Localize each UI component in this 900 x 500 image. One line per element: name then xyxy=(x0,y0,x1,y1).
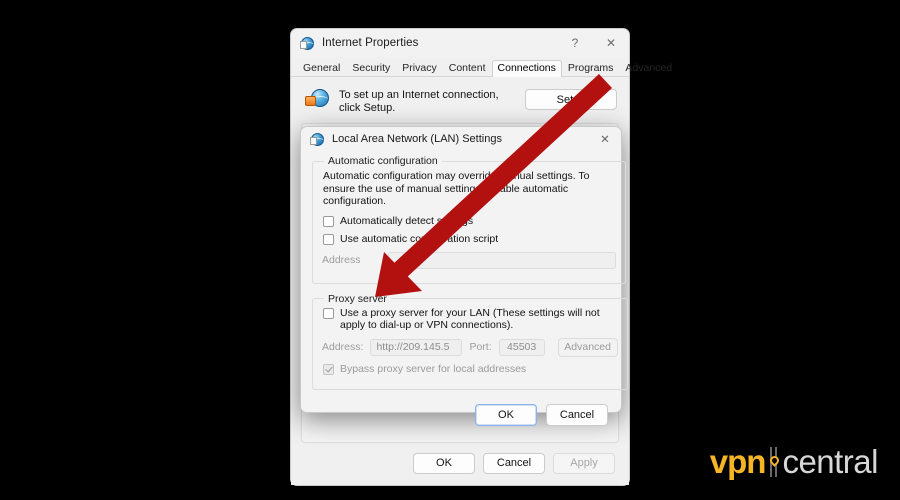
bypass-proxy-label: Bypass proxy server for local addresses xyxy=(340,362,527,375)
screenshot-root: Internet Properties ? ✕ General Security… xyxy=(0,0,900,500)
automatic-configuration-legend: Automatic configuration xyxy=(328,155,438,167)
tab-content[interactable]: Content xyxy=(443,60,492,77)
auto-config-address-row: Address xyxy=(322,251,616,269)
setup-button[interactable]: Setup xyxy=(525,89,617,110)
logo-pin-divider-icon xyxy=(767,446,781,477)
internet-connection-setup-row: To set up an Internet connection, click … xyxy=(301,85,619,121)
use-proxy-server-label: Use a proxy server for your LAN (These s… xyxy=(340,306,600,332)
proxy-server-legend: Proxy server xyxy=(328,292,387,305)
auto-detect-settings-row[interactable]: Automatically detect settings xyxy=(323,215,616,228)
lan-ok-button[interactable]: OK xyxy=(475,404,537,426)
bypass-proxy-row: Bypass proxy server for local addresses xyxy=(323,363,618,376)
lan-dialog-title: Local Area Network (LAN) Settings xyxy=(332,133,502,145)
proxy-address-row: Address: http://209.145.5 Port: 45503 Ad… xyxy=(322,337,618,357)
auto-detect-settings-label: Automatically detect settings xyxy=(340,214,474,227)
close-icon[interactable]: ✕ xyxy=(593,30,629,57)
use-proxy-server-checkbox[interactable] xyxy=(323,307,334,319)
window-title: Internet Properties xyxy=(322,37,419,49)
use-config-script-checkbox[interactable] xyxy=(323,234,334,245)
tab-strip: General Security Privacy Content Connect… xyxy=(291,57,672,77)
use-config-script-label: Use automatic configuration script xyxy=(340,233,499,245)
logo-primary-text: vpn xyxy=(709,443,767,480)
proxy-address-input: http://209.145.5 xyxy=(370,338,463,356)
tab-security[interactable]: Security xyxy=(346,60,396,77)
setup-description: To set up an Internet connection, click … xyxy=(339,89,499,114)
help-button[interactable]: ? xyxy=(557,30,593,57)
vpncentral-logo: vpn central xyxy=(709,443,879,480)
lan-settings-titlebar: Local Area Network (LAN) Settings ✕ xyxy=(301,127,621,151)
internet-properties-titlebar: Internet Properties ? ✕ xyxy=(291,29,629,57)
proxy-address-label: Address: xyxy=(322,341,364,353)
use-config-script-row[interactable]: Use automatic configuration script xyxy=(323,233,616,246)
close-icon[interactable]: ✕ xyxy=(589,128,621,151)
lan-settings-footer: OK Cancel xyxy=(301,399,621,437)
proxy-advanced-button: Advanced xyxy=(557,337,618,357)
tab-connections[interactable]: Connections xyxy=(491,59,562,77)
tab-general[interactable]: General xyxy=(297,60,346,77)
automatic-configuration-description: Automatic configuration may override man… xyxy=(323,170,590,207)
globe-plug-icon xyxy=(305,88,330,111)
use-proxy-server-row[interactable]: Use a proxy server for your LAN (These s… xyxy=(323,307,618,332)
lan-cancel-button[interactable]: Cancel xyxy=(546,404,608,426)
auto-config-address-input xyxy=(387,251,616,269)
proxy-port-label: Port: xyxy=(469,341,492,353)
lan-settings-icon xyxy=(310,132,325,147)
tab-programs[interactable]: Programs xyxy=(562,60,620,77)
internet-properties-footer: OK Cancel Apply xyxy=(291,445,629,485)
tab-advanced[interactable]: Advanced xyxy=(619,60,678,77)
lan-settings-dialog: Local Area Network (LAN) Settings ✕ Auto… xyxy=(300,126,628,426)
internet-properties-icon xyxy=(300,36,315,51)
apply-button: Apply xyxy=(553,452,615,474)
proxy-server-group: Proxy server Use a proxy server for your… xyxy=(312,292,628,390)
bypass-proxy-checkbox xyxy=(323,363,334,375)
auto-config-address-label: Address xyxy=(322,254,361,266)
proxy-port-input: 45503 xyxy=(498,338,545,356)
lan-settings-body: Automatic configuration Automatic config… xyxy=(301,151,628,399)
auto-detect-settings-checkbox[interactable] xyxy=(323,215,334,227)
tab-privacy[interactable]: Privacy xyxy=(396,60,442,77)
automatic-configuration-group: Automatic configuration Automatic config… xyxy=(312,155,626,284)
ok-button[interactable]: OK xyxy=(413,452,475,474)
logo-secondary-text: central xyxy=(782,443,878,480)
cancel-button[interactable]: Cancel xyxy=(483,452,545,474)
